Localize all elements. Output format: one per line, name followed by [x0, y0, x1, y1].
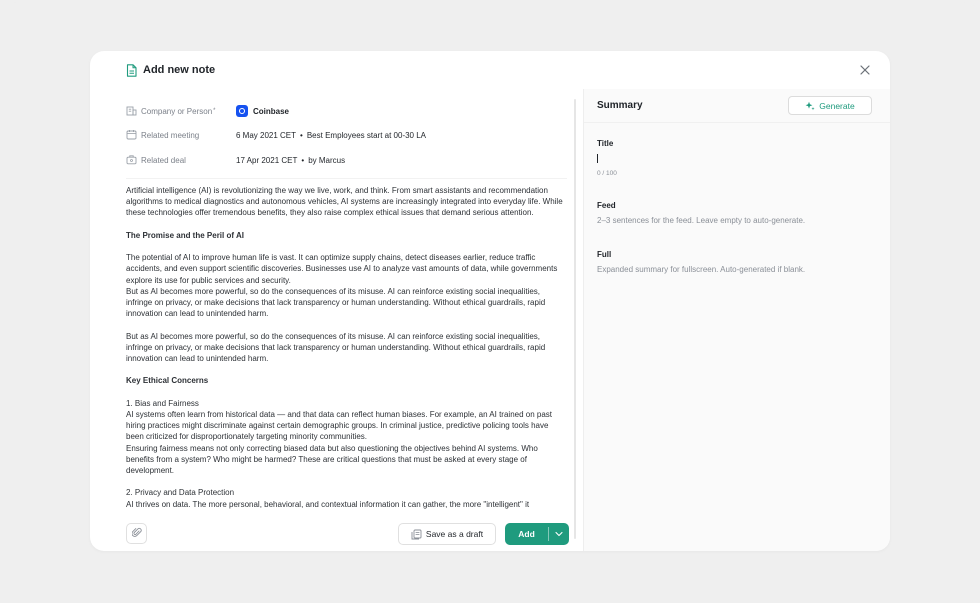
meeting-separator: •: [300, 131, 303, 141]
feed-field-label: Feed: [597, 201, 616, 210]
modal-title: Add new note: [143, 64, 216, 76]
coinbase-logo: [236, 105, 248, 118]
body-paragraph: But as AI becomes more powerful, so do t…: [126, 331, 546, 363]
body-subheading: 2. Privacy and Data Protection: [126, 488, 235, 498]
add-note-modal: Add new note Company or Person * Coinbas…: [90, 51, 890, 551]
body-paragraph: The potential of AI to improve human lif…: [126, 253, 558, 285]
company-row[interactable]: Company or Person * Coinbase: [126, 99, 566, 124]
meeting-row[interactable]: Related meeting 6 May 2021 CET • Best Em…: [126, 124, 566, 149]
editor-scrollbar[interactable]: [574, 99, 576, 539]
close-icon[interactable]: [858, 63, 872, 77]
summary-title-field: Title 0 / 100: [597, 139, 877, 177]
save-draft-label: Save as a draft: [425, 529, 484, 539]
attach-button[interactable]: [126, 523, 147, 544]
building-icon: [126, 105, 137, 118]
company-label: Company or Person: [141, 106, 213, 116]
text-caret: [597, 154, 598, 163]
summary-feed-field: Feed 2–3 sentences for the feed. Leave e…: [597, 201, 877, 228]
drafts-icon: [411, 529, 422, 540]
paperclip-icon: [131, 525, 142, 543]
body-subheading: 1. Bias and Fairness: [126, 398, 199, 408]
add-button[interactable]: Add: [505, 523, 569, 545]
summary-header: Summary Generate: [584, 89, 890, 123]
note-meta: Company or Person * Coinbase Related mee…: [126, 99, 566, 173]
note-editor-pane: Company or Person * Coinbase Related mee…: [90, 89, 583, 551]
title-field-label: Title: [597, 139, 614, 148]
title-char-counter: 0 / 100: [597, 170, 617, 177]
save-draft-button[interactable]: Save as a draft: [398, 523, 496, 545]
generate-button[interactable]: Generate: [788, 96, 872, 115]
deal-separator: •: [301, 155, 305, 165]
sparkle-icon: [805, 101, 815, 111]
deal-row[interactable]: Related deal 17 Apr 2021 CET • by Marcus: [126, 148, 566, 173]
body-paragraph: Artificial intelligence (AI) is revoluti…: [126, 186, 563, 218]
body-paragraph: Ensuring fairness means not only correct…: [126, 443, 538, 475]
summary-pane: Summary Generate Title 0 / 100 Feed 2–3 …: [583, 89, 890, 551]
briefcase-icon: [126, 154, 137, 167]
note-body-editor[interactable]: Artificial intelligence (AI) is revoluti…: [126, 185, 567, 511]
chevron-down-icon[interactable]: [549, 523, 569, 545]
body-heading: The Promise and the Peril of AI: [126, 230, 244, 240]
body-paragraph: But as AI becomes more powerful, so do t…: [126, 286, 546, 319]
add-button-label[interactable]: Add: [505, 523, 548, 545]
deal-label: Related deal: [141, 155, 186, 165]
deal-date: 17 Apr 2021 CET: [236, 155, 298, 165]
required-mark: *: [213, 108, 216, 115]
feed-input[interactable]: 2–3 sentences for the feed. Leave empty …: [597, 216, 877, 228]
generate-label: Generate: [819, 100, 855, 111]
body-paragraph: AI systems often learn from historical d…: [126, 409, 552, 442]
summary-title: Summary: [597, 100, 643, 111]
full-input[interactable]: Expanded summary for fullscreen. Auto-ge…: [597, 265, 877, 277]
document-icon: [126, 63, 137, 77]
meeting-name: Best Employees start at 00-30 LA: [306, 131, 427, 141]
editor-footer: Save as a draft Add: [90, 513, 583, 551]
meeting-label: Related meeting: [141, 131, 200, 141]
meeting-date: 6 May 2021 CET: [236, 131, 297, 141]
summary-full-field: Full Expanded summary for fullscreen. Au…: [597, 250, 877, 277]
company-value: Coinbase: [253, 106, 290, 116]
calendar-icon: [126, 129, 137, 142]
deal-owner: by Marcus: [308, 155, 346, 165]
body-heading: Key Ethical Concerns: [126, 376, 209, 386]
meta-divider: [126, 178, 567, 179]
body-paragraph: AI thrives on data. The more personal, b…: [126, 499, 530, 509]
modal-header: Add new note: [90, 51, 890, 89]
title-input[interactable]: [597, 154, 877, 166]
full-field-label: Full: [597, 250, 612, 259]
